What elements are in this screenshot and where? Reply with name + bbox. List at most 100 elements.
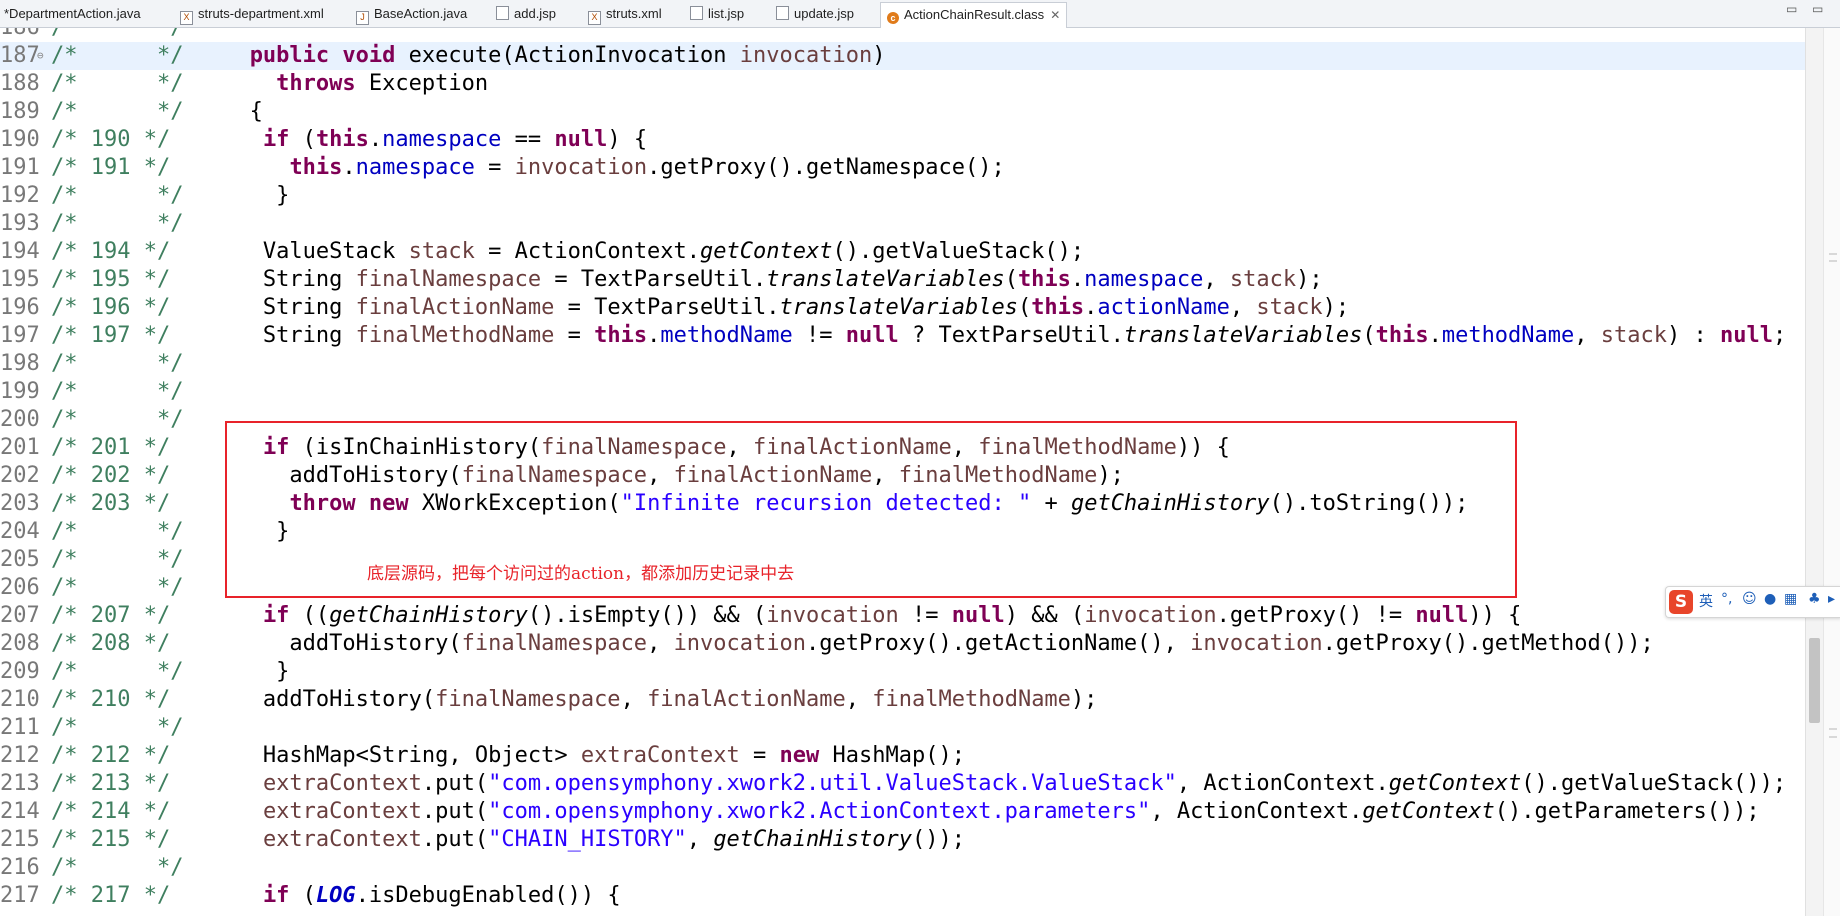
- code-token: finalMethodName: [355, 323, 555, 348]
- code-token: String: [209, 323, 356, 348]
- tab-struts-department-xml[interactable]: Xstruts-department.xml: [176, 3, 324, 25]
- code-text: /* 217 */ if (LOG.isDebugEnabled()) {: [51, 882, 621, 910]
- code-text: /* 208 */ addToHistory(finalNamespace, i…: [51, 630, 1654, 658]
- emoji-icon[interactable]: ☺: [1742, 591, 1757, 607]
- code-token: finalActionName: [355, 295, 555, 320]
- tab-list-jsp[interactable]: list.jsp: [686, 3, 744, 25]
- line-number: 209: [0, 659, 40, 684]
- tab-action-chain-result[interactable]: c ActionChainResult.class ✕: [880, 2, 1068, 28]
- line-number: 201: [0, 435, 40, 460]
- line-comment: /* 207 */: [51, 603, 210, 628]
- line-comment: /* 201 */: [51, 435, 210, 460]
- class-file-icon: c: [887, 12, 899, 24]
- line-number: 208: [0, 631, 40, 656]
- jsp-file-icon: [496, 6, 509, 20]
- code-editor[interactable]: 186 /* */ 187⊖/* */ public void execute(A…: [0, 28, 1805, 916]
- code-token: ? TextParseUtil.: [898, 323, 1124, 348]
- overview-ruler[interactable]: [1823, 28, 1840, 916]
- more-icon[interactable]: ▸: [1828, 591, 1835, 607]
- line-comment: /* */: [51, 379, 224, 404]
- line-number: 195: [0, 267, 40, 292]
- tab-department-action[interactable]: *DepartmentAction.java: [0, 3, 141, 25]
- line-comment: /* */: [51, 183, 224, 208]
- line-number: 215: [0, 827, 40, 852]
- code-text: /* */ throws Exception: [51, 70, 488, 98]
- close-icon[interactable]: ✕: [1050, 8, 1060, 22]
- code-token: finalMethodName: [978, 435, 1177, 460]
- line-number: 217: [0, 883, 40, 908]
- code-token: .: [1084, 295, 1098, 320]
- code-token: }: [223, 519, 290, 544]
- tab-add-jsp[interactable]: add.jsp: [492, 3, 556, 25]
- fold-collapse-icon[interactable]: ⊖: [37, 42, 44, 70]
- code-token: null: [951, 603, 1005, 628]
- microphone-icon[interactable]: ●: [1764, 591, 1776, 607]
- code-token: LOG: [315, 883, 356, 908]
- tab-struts-xml[interactable]: Xstruts.xml: [584, 3, 662, 25]
- tab-label: struts.xml: [606, 6, 662, 21]
- line-number: 204: [0, 519, 40, 544]
- user-icon[interactable]: ♣: [1808, 591, 1821, 607]
- code-token: ,: [845, 687, 873, 712]
- ruler-mark: [1829, 728, 1837, 730]
- code-token: .: [1070, 267, 1085, 292]
- line-comment: /* */: [51, 575, 224, 600]
- sogou-logo-icon[interactable]: S: [1669, 590, 1693, 614]
- code-token: methodName: [660, 323, 793, 348]
- code-text: /* 203 */ throw new XWorkException("Infi…: [51, 490, 1468, 518]
- code-token: =: [474, 155, 515, 180]
- ruler-mark: [1829, 253, 1837, 255]
- line-comment: /* 217 */: [51, 883, 210, 908]
- code-token: +: [1031, 491, 1071, 516]
- line-comment: /* */: [51, 71, 224, 96]
- tab-base-action[interactable]: J BaseAction.java: [352, 3, 467, 25]
- line-comment: /* 190 */: [51, 127, 210, 152]
- line-number: 191: [0, 155, 40, 180]
- code-token: namespace: [355, 155, 475, 180]
- minimize-icon[interactable]: ▭: [1786, 2, 1797, 16]
- keyboard-icon[interactable]: ▦: [1784, 591, 1797, 607]
- code-token: ,: [1574, 323, 1601, 348]
- scrollbar-thumb[interactable]: [1809, 638, 1820, 723]
- code-token: "com.opensymphony.xwork2.util.ValueStack…: [488, 771, 1177, 796]
- code-token: throw: [289, 491, 356, 516]
- input-mode-toggle[interactable]: 英: [1699, 591, 1713, 611]
- code-text: /* */ {: [51, 98, 263, 126]
- line-number: 187: [0, 43, 40, 68]
- code-token: ().getParameters());: [1494, 799, 1760, 824]
- maximize-icon[interactable]: ▭: [1812, 2, 1823, 16]
- code-token: new: [368, 491, 409, 516]
- tab-update-jsp[interactable]: update.jsp: [772, 3, 854, 25]
- code-token: );: [1097, 463, 1124, 488]
- punctuation-icon[interactable]: °,: [1721, 591, 1732, 607]
- code-token: ,: [1229, 295, 1257, 320]
- code-token: )) {: [1176, 435, 1230, 460]
- line-comment: /* */: [51, 547, 224, 572]
- ime-toolbar[interactable]: S 英 °, ☺ ● ▦ ♣ ▸: [1665, 586, 1840, 618]
- code-text: /* */ public void execute(ActionInvocati…: [51, 42, 885, 70]
- vertical-scrollbar[interactable]: [1805, 28, 1824, 916]
- line-number: 186: [0, 28, 40, 42]
- code-text: /* 202 */ addToHistory(finalNamespace, f…: [51, 462, 1124, 490]
- code-token: ().toString());: [1269, 491, 1469, 516]
- code-text: /* 213 */ extraContext.put("com.opensymp…: [51, 770, 1786, 798]
- code-token: invocation: [673, 631, 807, 656]
- code-token: .: [368, 127, 383, 152]
- code-line[interactable]: 187 ⊖/* */ public void execute(ActionInvo…: [0, 42, 1805, 70]
- code-text: /* 210 */ addToHistory(finalNamespace, f…: [51, 686, 1097, 714]
- code-token: }: [223, 659, 290, 684]
- line-comment: /* */: [51, 519, 224, 544]
- code-token: ): [872, 43, 886, 68]
- line-comment: /* */: [51, 211, 224, 236]
- line-number: 189: [0, 99, 40, 124]
- ruler-mark: [1829, 736, 1837, 738]
- line-number: 196: [0, 295, 40, 320]
- code-token: (: [289, 883, 316, 908]
- code-text: /* 194 */ ValueStack stack = ActionConte…: [51, 238, 1084, 266]
